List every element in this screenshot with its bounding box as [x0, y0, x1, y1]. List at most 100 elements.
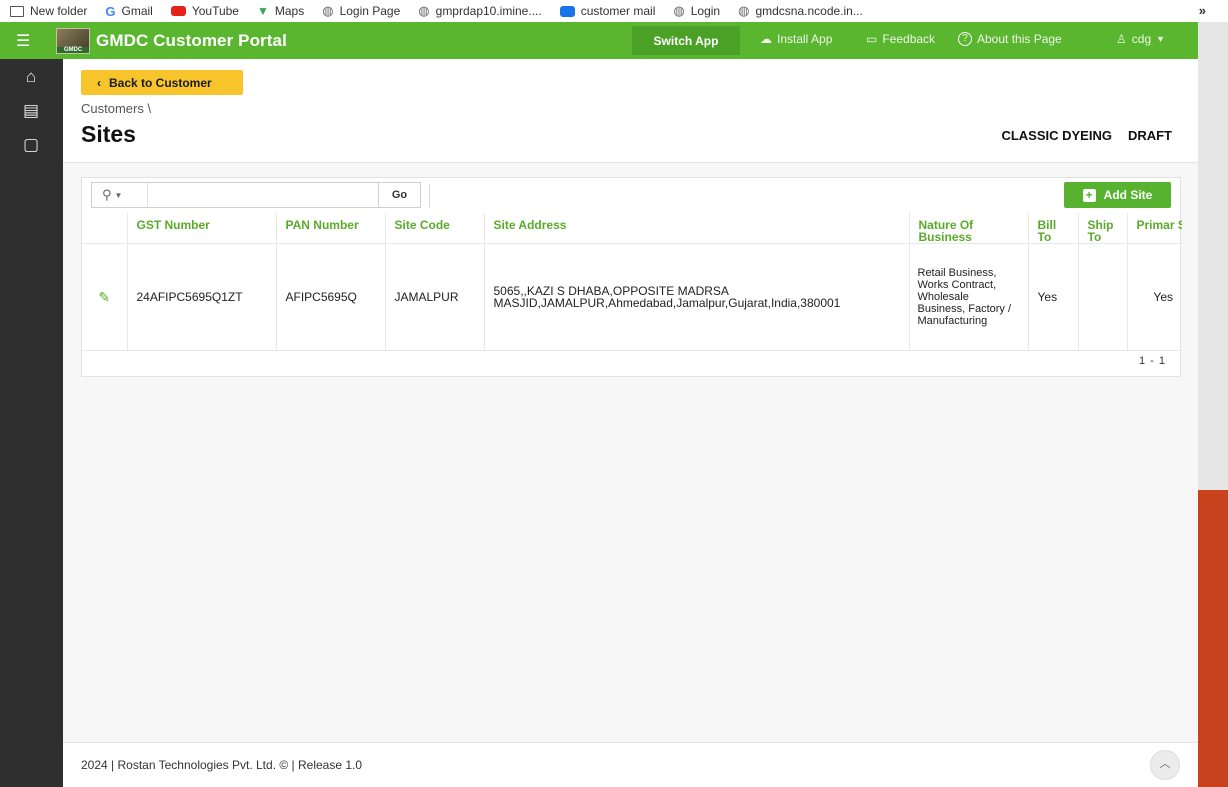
add-site-button[interactable]: + Add Site: [1064, 182, 1171, 208]
column-header[interactable]: Nature Of Business: [909, 213, 1029, 244]
customer-name: CLASSIC DYEING: [1001, 128, 1112, 143]
bookmark-login-page[interactable]: ◍ Login Page: [322, 3, 400, 19]
mail-icon: [559, 5, 575, 17]
help-icon: ?: [958, 32, 972, 46]
site-code-cell: JAMALPUR: [385, 243, 485, 351]
bookmark-label: Login Page: [339, 4, 401, 18]
back-label: Back to Customer: [109, 75, 212, 90]
bookmark-label: gmprdap10.imine....: [435, 4, 542, 18]
column-header[interactable]: Ship To: [1078, 213, 1128, 244]
globe-icon: ◍: [322, 3, 334, 18]
menu-icon[interactable]: ☰: [16, 31, 34, 51]
user-name: cdg: [1131, 32, 1152, 46]
chat-bubble-icon: ▭: [866, 32, 878, 46]
bookmark-youtube[interactable]: YouTube: [170, 4, 239, 18]
footer: 2024 | Rostan Technologies Pvt. Ltd. © |…: [63, 742, 1198, 787]
chevron-left-icon: ‹: [97, 75, 101, 90]
sites-table: GST Number PAN Number Site Code Site Add…: [82, 213, 1182, 351]
bookmarks-bar: New folder G Gmail YouTube ▼ Maps ◍ Logi…: [0, 0, 1228, 22]
home-icon[interactable]: ⌂: [20, 67, 42, 89]
about-page-link[interactable]: ? About this Page: [958, 32, 1062, 46]
column-header[interactable]: GST Number: [127, 213, 277, 244]
sites-table-card: ⚲ ▼ Go + Add Site GST Number PAN Number …: [81, 177, 1182, 377]
back-to-customer-button[interactable]: ‹ Back to Customer: [81, 70, 243, 95]
bookmarks-more-button[interactable]: »: [1199, 3, 1206, 18]
go-button[interactable]: Go: [378, 183, 420, 207]
bookmark-label: gmdcsna.ncode.in...: [755, 4, 863, 18]
header-info: CLASSIC DYEING DRAFT: [1001, 128, 1172, 143]
address-cell: 5065,,KAZI S DHABA,OPPOSITE MADRSA MASJI…: [484, 243, 910, 351]
search-options[interactable]: ⚲ ▼: [92, 183, 148, 207]
bookmark-gmail[interactable]: G Gmail: [105, 4, 152, 19]
bookmark-label: YouTube: [191, 4, 239, 18]
chevron-up-icon: ︿: [1159, 758, 1171, 770]
bookmark-customer-mail[interactable]: customer mail: [559, 4, 656, 18]
youtube-icon: [170, 6, 186, 16]
pan-cell: AFIPC5695Q: [276, 243, 386, 351]
gst-cell: 24AFIPC5695Q1ZT: [127, 243, 277, 351]
page-header: ‹ Back to Customer Customers \ Sites CLAS…: [63, 59, 1198, 163]
bookmark-login[interactable]: ◍ Login: [673, 3, 720, 19]
table-header-row: GST Number PAN Number Site Code Site Add…: [82, 213, 1182, 244]
app-title: GMDC Customer Portal: [96, 30, 287, 50]
bookmark-label: customer mail: [580, 4, 656, 18]
scroll-top-button[interactable]: ︿: [1150, 750, 1180, 780]
column-header[interactable]: Site Code: [385, 213, 485, 244]
column-header[interactable]: Bill To: [1028, 213, 1079, 244]
plus-icon: +: [1082, 188, 1096, 202]
background-window: [1198, 490, 1228, 787]
bookmark-label: Maps: [274, 4, 305, 18]
feedback-label: Feedback: [882, 32, 936, 46]
breadcrumb[interactable]: Customers \: [81, 101, 151, 116]
primary-site-cell: Yes: [1127, 243, 1182, 351]
globe-icon: ◍: [738, 3, 750, 18]
column-header[interactable]: Primar Site: [1127, 213, 1183, 244]
nature-cell: Retail Business, Works Contract, Wholesa…: [909, 243, 1029, 351]
gmdc-logo: [56, 27, 90, 54]
globe-icon: ◍: [673, 3, 685, 18]
bill-to-cell: Yes: [1028, 243, 1079, 351]
edit-cell: ✎: [82, 243, 128, 351]
bookmark-gmprdap10[interactable]: ◍ gmprdap10.imine....: [418, 3, 541, 19]
column-header[interactable]: PAN Number: [276, 213, 386, 244]
user-menu[interactable]: ♙ cdg ▼: [1116, 32, 1165, 46]
search-input[interactable]: [148, 183, 378, 207]
bookmark-label: Login: [690, 4, 721, 18]
chevron-down-icon: ▼: [114, 190, 123, 200]
user-icon: ♙: [1116, 32, 1127, 46]
maps-icon: ▼: [256, 4, 269, 18]
google-icon: G: [105, 3, 116, 19]
install-app-link[interactable]: ☁ Install App: [760, 32, 832, 46]
toolbar-divider: [429, 184, 430, 208]
table-row[interactable]: ✎ 24AFIPC5695Q1ZT AFIPC5695Q JAMALPUR 50…: [82, 243, 1182, 351]
chevron-down-icon: ▼: [1156, 34, 1166, 44]
shell-bar: ☰ GMDC Customer Portal Switch App ☁ Inst…: [0, 22, 1198, 59]
ship-to-cell: [1078, 243, 1128, 351]
bookmark-maps[interactable]: ▼ Maps: [257, 4, 304, 18]
footer-text: 2024 | Rostan Technologies Pvt. Ltd. © |…: [81, 758, 363, 772]
bookmark-label: New folder: [30, 4, 88, 18]
feedback-link[interactable]: ▭ Feedback: [866, 32, 935, 46]
add-site-label: Add Site: [1103, 188, 1153, 202]
checklist-icon[interactable]: ▤: [20, 101, 42, 123]
folder-icon: [10, 5, 24, 17]
about-page-label: About this Page: [977, 32, 1062, 46]
globe-icon: ◍: [418, 3, 430, 18]
install-app-label: Install App: [777, 32, 833, 46]
bookmark-label: Gmail: [121, 4, 153, 18]
cloud-download-icon: ☁: [760, 32, 772, 46]
bookmark-new-folder[interactable]: New folder: [10, 4, 87, 18]
main-content: ‹ Back to Customer Customers \ Sites CLAS…: [63, 59, 1198, 742]
column-header-edit: [82, 213, 128, 244]
page-title: Sites: [81, 121, 136, 147]
search-box: ⚲ ▼ Go: [91, 182, 421, 208]
edit-icon[interactable]: ✎: [98, 289, 110, 305]
pagination-count: 1 - 1: [1138, 355, 1166, 367]
column-header[interactable]: Site Address: [484, 213, 910, 244]
clipboard-icon[interactable]: ▢: [20, 135, 42, 157]
search-icon: ⚲: [102, 187, 112, 202]
bookmark-gmdcsna[interactable]: ◍ gmdcsna.ncode.in...: [738, 3, 863, 19]
status-badge: DRAFT: [1127, 128, 1172, 143]
sidebar: ⌂ ▤ ▢: [0, 59, 63, 787]
switch-app-button[interactable]: Switch App: [632, 26, 740, 55]
